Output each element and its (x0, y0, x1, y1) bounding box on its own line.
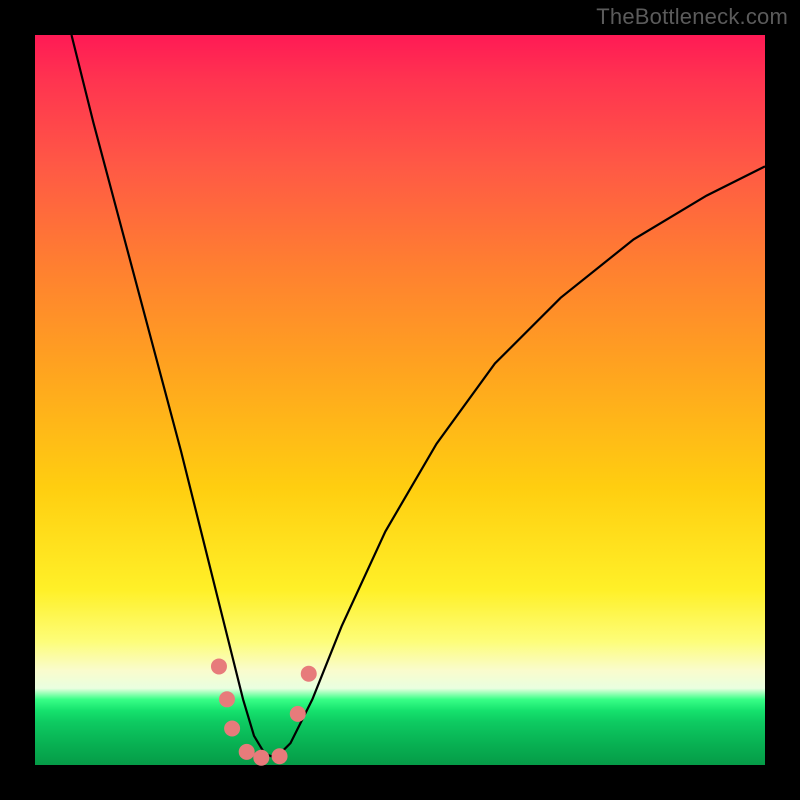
data-points-group (211, 658, 317, 765)
chart-frame: TheBottleneck.com (0, 0, 800, 800)
data-point (219, 691, 235, 707)
curve-svg (35, 35, 765, 765)
data-point (272, 748, 288, 764)
data-point (211, 658, 227, 674)
data-point (290, 706, 306, 722)
bottleneck-curve (72, 35, 766, 758)
data-point (301, 666, 317, 682)
data-point (253, 750, 269, 766)
plot-area (35, 35, 765, 765)
data-point (224, 721, 240, 737)
watermark-text: TheBottleneck.com (596, 4, 788, 30)
data-point (239, 744, 255, 760)
